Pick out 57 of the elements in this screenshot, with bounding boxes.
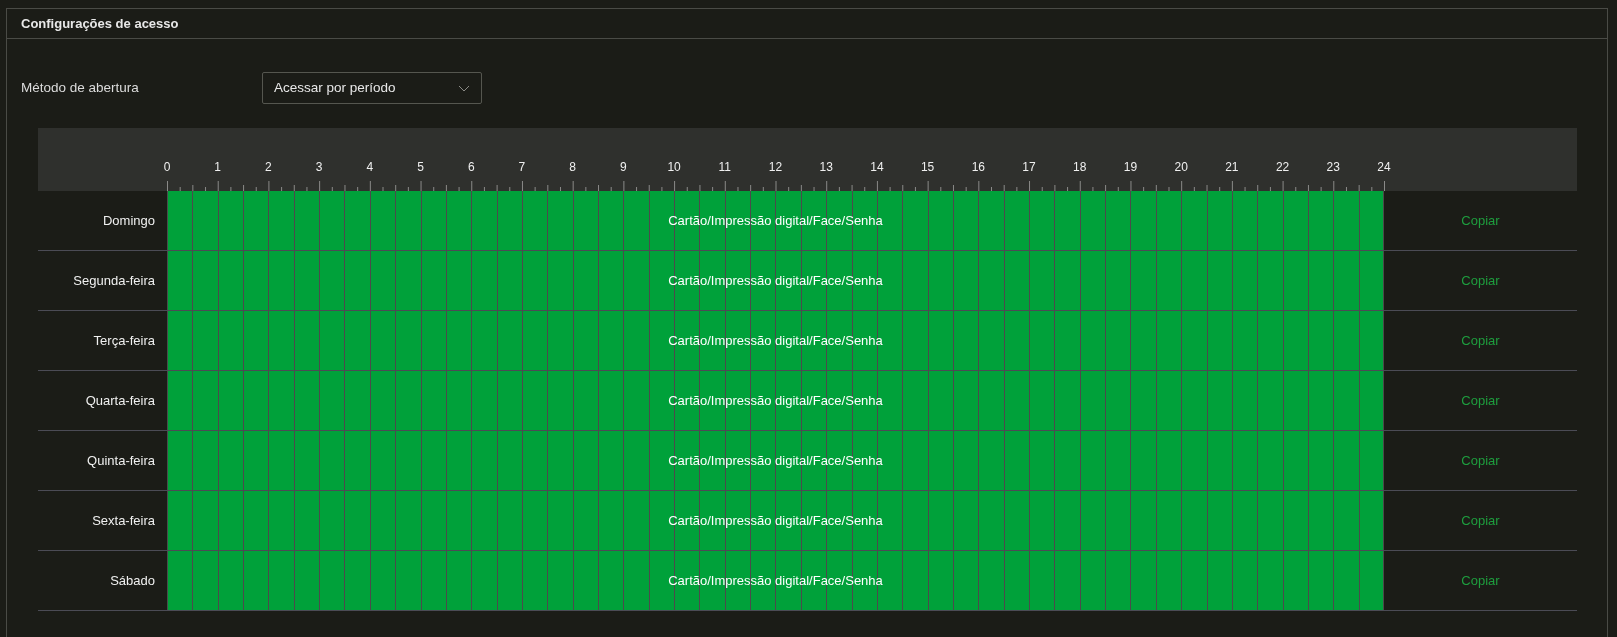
access-mode-label: Cartão/Impressão digital/Face/Senha: [668, 451, 883, 470]
copy-link[interactable]: Copiar: [1461, 330, 1500, 351]
chevron-down-icon: [458, 84, 470, 92]
access-mode-label: Cartão/Impressão digital/Face/Senha: [668, 331, 883, 350]
access-mode-label: Cartão/Impressão digital/Face/Senha: [668, 211, 883, 230]
access-mode-label: Cartão/Impressão digital/Face/Senha: [668, 271, 883, 290]
copy-link[interactable]: Copiar: [1461, 450, 1500, 471]
hour-label: 16: [971, 159, 985, 176]
schedule-track[interactable]: Cartão/Impressão digital/Face/Senha: [167, 491, 1384, 550]
hour-label: 20: [1174, 159, 1188, 176]
hour-label: 2: [265, 159, 272, 176]
copy-link[interactable]: Copiar: [1461, 390, 1500, 411]
method-dropdown[interactable]: Acessar por período: [262, 72, 482, 104]
hour-label: 18: [1073, 159, 1087, 176]
hour-label: 23: [1326, 159, 1340, 176]
schedule-track[interactable]: Cartão/Impressão digital/Face/Senha: [167, 551, 1384, 610]
panel-title: Configurações de acesso: [21, 14, 179, 33]
hour-label: 5: [417, 159, 424, 176]
day-label: Domingo: [102, 211, 155, 230]
hour-label: 24: [1377, 159, 1391, 176]
copy-link[interactable]: Copiar: [1461, 210, 1500, 231]
hour-label: 19: [1123, 159, 1138, 176]
access-mode-label: Cartão/Impressão digital/Face/Senha: [668, 571, 883, 590]
day-label: Terça-feira: [93, 331, 155, 350]
hour-label: 3: [315, 159, 323, 176]
hour-label: 7: [518, 159, 526, 176]
hour-label: 10: [667, 159, 681, 176]
field-label: Método de abertura: [21, 78, 140, 97]
access-mode-label: Cartão/Impressão digital/Face/Senha: [668, 391, 883, 410]
schedule-track[interactable]: Cartão/Impressão digital/Face/Senha: [167, 311, 1384, 370]
hour-label: 11: [718, 159, 731, 176]
day-label: Quarta-feira: [85, 391, 155, 410]
copy-link[interactable]: Copiar: [1461, 570, 1500, 591]
copy-link[interactable]: Copiar: [1461, 510, 1500, 531]
day-label: Sábado: [110, 571, 155, 590]
hour-label: 13: [819, 159, 833, 176]
schedule-track[interactable]: Cartão/Impressão digital/Face/Senha: [167, 431, 1384, 490]
hour-label: 1: [214, 159, 222, 176]
hour-label: 12: [768, 159, 783, 176]
copy-link[interactable]: Copiar: [1461, 270, 1500, 291]
hour-label: 21: [1225, 159, 1239, 176]
schedule-track[interactable]: Cartão/Impressão digital/Face/Senha: [167, 191, 1384, 250]
hour-label: 22: [1275, 159, 1290, 176]
hour-label: 15: [920, 159, 935, 176]
hour-label: 14: [870, 159, 884, 176]
schedule-track[interactable]: Cartão/Impressão digital/Face/Senha: [167, 371, 1384, 430]
day-label: Segunda-feira: [73, 271, 155, 290]
day-label: Sexta-feira: [92, 511, 155, 530]
hour-label: 17: [1022, 159, 1036, 176]
access-mode-label: Cartão/Impressão digital/Face/Senha: [668, 511, 883, 530]
hour-label: 9: [620, 159, 627, 176]
hour-label: 6: [467, 159, 475, 176]
schedule-track[interactable]: Cartão/Impressão digital/Face/Senha: [167, 251, 1384, 310]
day-label: Quinta-feira: [87, 451, 155, 470]
hour-label: 8: [569, 159, 576, 176]
hour-label: 0: [163, 159, 171, 176]
hour-label: 4: [366, 159, 374, 176]
